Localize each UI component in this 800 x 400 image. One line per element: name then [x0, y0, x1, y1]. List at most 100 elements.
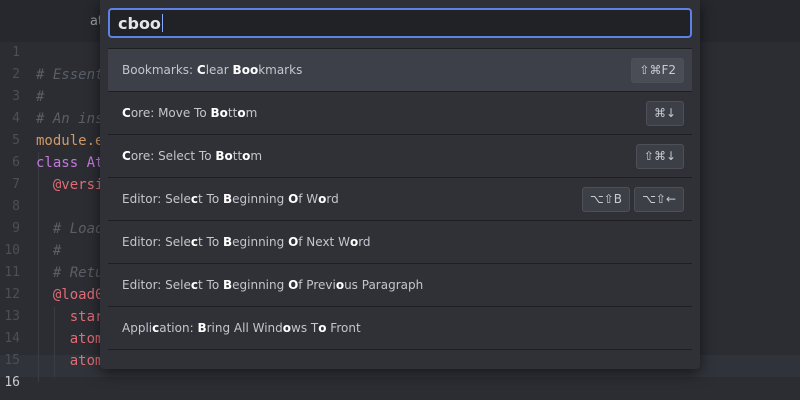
command-item[interactable]: Editor: Select To Beginning Of Word ⌥⇧← ⌥⇧…: [108, 178, 692, 221]
code-line: class At: [36, 155, 104, 171]
label-text: f W: [298, 192, 319, 206]
command-label: Bookmarks: Clear Bookmarks: [122, 63, 302, 77]
label-text: lear: [205, 63, 233, 77]
command-palette: cboo Bookmarks: Clear Bookmarks ⇧⌘F2 Core:…: [100, 0, 700, 369]
label-text: tt: [227, 106, 238, 120]
label-text: rd: [326, 192, 339, 206]
line-number: 10: [4, 243, 20, 258]
label-text: t To: [198, 278, 223, 292]
search-query: cboo: [118, 14, 163, 33]
match-highlight: O: [288, 278, 299, 292]
command-label: Editor: Select To Beginning Of Next Word: [122, 235, 371, 249]
line-number: 7: [12, 177, 20, 192]
command-item[interactable]: Core: Move To Bottom ⌘↓: [108, 92, 692, 135]
command-search-input[interactable]: cboo: [108, 8, 692, 38]
line-number: 14: [4, 331, 20, 346]
label-text: ws T: [291, 321, 319, 335]
match-highlight: O: [288, 192, 299, 206]
label-text: Front: [326, 321, 361, 335]
match-highlight: B: [222, 278, 233, 292]
command-item[interactable]: Editor: Select To Beginning Of Next Word: [108, 221, 692, 264]
line-number: 15: [4, 353, 20, 368]
code-line: #: [36, 89, 45, 105]
command-label: Core: Move To Bottom: [122, 106, 257, 120]
label-text: f Previ: [298, 278, 336, 292]
keybinding-badge: ⌥⇧B: [581, 187, 630, 212]
match-highlight: o: [335, 278, 345, 292]
match-highlight: C: [122, 106, 131, 120]
command-item[interactable]: Editor: Select To Beginning Of Previous …: [108, 264, 692, 307]
match-highlight: o: [349, 235, 359, 249]
match-highlight: c: [190, 235, 199, 249]
match-highlight: B: [222, 192, 233, 206]
label-text: ore: Select To: [130, 149, 216, 163]
line-number: 2: [12, 67, 20, 82]
match-highlight: Bo: [215, 149, 233, 163]
command-list: Bookmarks: Clear Bookmarks ⇧⌘F2 Core: Move…: [108, 48, 692, 369]
label-text: Bookmarks:: [122, 63, 197, 77]
text-caret: [161, 14, 163, 32]
code-line: star: [36, 309, 104, 325]
code-line: # Essent: [36, 67, 104, 83]
line-number: 6: [12, 155, 20, 170]
code-line: # Retu: [36, 265, 104, 281]
label-text: Editor: Sele: [122, 278, 191, 292]
line-number: 13: [4, 309, 20, 324]
keybinding-badge: ⌥⇧←: [634, 187, 684, 212]
search-query-text: cboo: [118, 14, 161, 33]
line-number: 3: [12, 89, 20, 104]
label-text: ation:: [159, 321, 198, 335]
label-text: eginning: [232, 192, 289, 206]
command-label: Application: Bring All Windows To Front: [122, 321, 361, 335]
match-highlight: Boo: [232, 63, 259, 77]
keybinding-badge: ⌘↓: [645, 101, 684, 126]
keybinding-badge: ⇧⌘F2: [631, 58, 684, 83]
line-number: 9: [12, 221, 20, 236]
label-text: ring All Wind: [206, 321, 283, 335]
command-label: Editor: Select To Beginning Of Word: [122, 192, 339, 206]
code-line: module.e: [36, 133, 104, 149]
keybinding-badge: ⇧⌘↓: [635, 144, 684, 169]
match-highlight: O: [288, 235, 299, 249]
label-text: eginning: [232, 278, 289, 292]
label-text: Editor: Sele: [122, 192, 191, 206]
label-text: Appli: [122, 321, 153, 335]
label-text: m: [250, 149, 263, 163]
line-number: 11: [4, 265, 20, 280]
label-text: us Paragraph: [344, 278, 424, 292]
line-number-gutter: 1 2 3 4 5 6 7 8 9 10 11 12 13 14 15 16: [0, 42, 24, 400]
code-line: @load0: [36, 287, 104, 303]
match-highlight: B: [197, 321, 207, 335]
label-text: tt: [232, 149, 243, 163]
label-text: rd: [358, 235, 371, 249]
command-item[interactable]: Application: Bring All Windows To Front: [108, 307, 692, 350]
label-text: Editor: Sele: [122, 235, 191, 249]
label-text: t To: [198, 235, 223, 249]
code-line: # An ins: [36, 111, 104, 127]
label-text: ore: Move To: [130, 106, 211, 120]
label-text: m: [245, 106, 258, 120]
code-line: atom: [36, 353, 104, 369]
command-label: Editor: Select To Beginning Of Previous …: [122, 278, 423, 292]
command-label: Core: Select To Bottom: [122, 149, 262, 163]
match-highlight: o: [237, 106, 246, 120]
match-highlight: c: [190, 192, 199, 206]
command-item[interactable]: Bookmarks: Clear Bookmarks ⇧⌘F2: [108, 49, 692, 92]
match-highlight: o: [282, 321, 292, 335]
label-text: kmarks: [258, 63, 303, 77]
line-number: 8: [12, 199, 20, 214]
match-highlight: c: [190, 278, 199, 292]
command-item[interactable]: Core: Select To Bottom ⇧⌘↓: [108, 135, 692, 178]
line-number: 5: [12, 133, 20, 148]
match-highlight: C: [196, 63, 206, 77]
line-number: 1: [12, 45, 20, 60]
code-line: atom: [36, 331, 104, 347]
line-number: 16: [4, 375, 20, 390]
label-text: eginning: [232, 235, 289, 249]
label-text: t To: [198, 192, 223, 206]
code-line: # Load: [36, 221, 104, 237]
label-text: f Next W: [298, 235, 350, 249]
code-line: #: [36, 243, 62, 259]
match-highlight: Bo: [210, 106, 228, 120]
match-highlight: B: [222, 235, 233, 249]
